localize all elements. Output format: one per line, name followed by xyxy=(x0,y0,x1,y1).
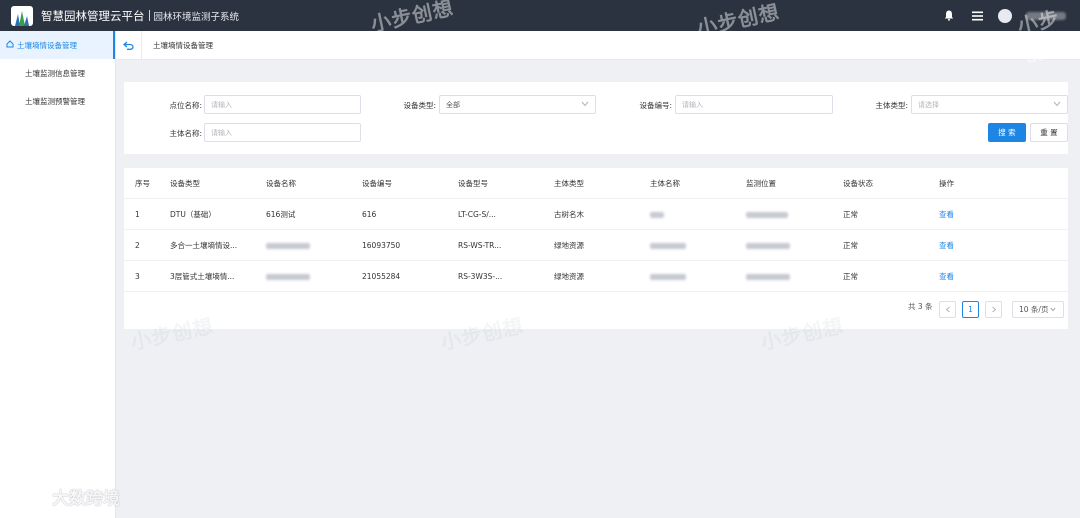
device-type-cell: DTU（基础） xyxy=(170,210,216,219)
reset-button[interactable]: 重 置 xyxy=(1030,123,1068,142)
avatar[interactable] xyxy=(998,8,1012,23)
sidebar-item-soil-warning[interactable]: 土壤监测预警管理 xyxy=(0,87,115,115)
next-page-button[interactable] xyxy=(985,301,1002,318)
sidebar-item-soil-info[interactable]: 土壤监测信息管理 xyxy=(0,59,115,87)
chevron-down-icon xyxy=(581,101,589,109)
table-row: 2 多合一土壤墒情设... 16093750 RS-WS-TR... 绿地资源 … xyxy=(124,230,1068,261)
device-type-cell: 3层管式土壤墒情... xyxy=(170,272,235,281)
device-code-cell: 21055284 xyxy=(362,272,401,281)
subject-name-redacted xyxy=(650,261,686,292)
site-name-input[interactable]: 请输入 xyxy=(204,95,361,114)
column-header: 设备名称 xyxy=(266,179,296,188)
subject-name-label: 主体名称: xyxy=(169,129,202,138)
chevron-down-icon xyxy=(1053,101,1061,109)
device-code-label: 设备编号: xyxy=(639,101,672,110)
device-name-redacted xyxy=(266,230,310,261)
row-index: 1 xyxy=(135,210,140,219)
bottom-watermark: 大数跨境 xyxy=(8,484,120,509)
table-row: 1 DTU（基础） 616测试 616 LT-CG-S/... 古树名木 正常 … xyxy=(124,199,1068,230)
device-type-label: 设备类型: xyxy=(403,101,436,110)
column-header: 主体类型 xyxy=(554,179,584,188)
chevron-right-icon xyxy=(991,306,996,313)
subject-type-cell: 古树名木 xyxy=(554,210,584,219)
column-header: 监测位置 xyxy=(746,179,776,188)
subject-name-redacted xyxy=(650,199,664,230)
pager-total: 共 3 条 xyxy=(908,302,933,311)
house-icon xyxy=(6,40,14,50)
column-header: 主体名称 xyxy=(650,179,680,188)
subject-name-input[interactable]: 请输入 xyxy=(204,123,361,142)
status-cell: 正常 xyxy=(843,241,858,250)
chevron-left-icon xyxy=(945,306,950,313)
location-redacted xyxy=(746,199,788,230)
column-header: 设备状态 xyxy=(843,179,873,188)
device-type-cell: 多合一土壤墒情设... xyxy=(170,241,238,250)
app-title: 智慧园林管理云平台 xyxy=(41,8,145,23)
device-table: 序号 设备类型 设备名称 设备编号 设备型号 主体类型 主体名称 监测位置 设备… xyxy=(124,168,1068,329)
table-header-row: 序号 设备类型 设备名称 设备编号 设备型号 主体类型 主体名称 监测位置 设备… xyxy=(124,168,1068,199)
column-header: 设备型号 xyxy=(458,179,488,188)
column-header: 序号 xyxy=(135,179,150,188)
device-model-cell: RS-WS-TR... xyxy=(458,241,502,250)
sidebar-item-label: 土壤监测信息管理 xyxy=(25,68,85,78)
column-header: 设备类型 xyxy=(170,179,200,188)
device-name-redacted xyxy=(266,261,310,292)
subsystem-title: 园林环境监测子系统 xyxy=(153,11,240,23)
prev-page-button[interactable] xyxy=(939,301,956,318)
view-link[interactable]: 查看 xyxy=(939,261,954,292)
table-row: 3 3层管式土壤墒情... 21055284 RS-3W3S-... 绿地资源 … xyxy=(124,261,1068,292)
view-link[interactable]: 查看 xyxy=(939,230,954,261)
column-header: 设备编号 xyxy=(362,179,392,188)
subject-name-redacted xyxy=(650,230,686,261)
filter-panel: 点位名称: 请输入 设备类型: 全部 设备编号: 请输入 主体类型: 请选择 主… xyxy=(124,82,1068,154)
sidebar-item-label: 土壤墒情设备管理 xyxy=(17,40,77,50)
username-redacted[interactable] xyxy=(1026,11,1066,20)
page-number-button[interactable]: 1 xyxy=(962,301,979,318)
location-redacted xyxy=(746,261,790,292)
status-cell: 正常 xyxy=(843,210,858,219)
subject-type-cell: 绿地资源 xyxy=(554,272,584,281)
location-redacted xyxy=(746,230,790,261)
bell-icon[interactable] xyxy=(942,9,956,23)
watermark-text: 大数跨境 xyxy=(52,489,120,509)
status-cell: 正常 xyxy=(843,272,858,281)
device-code-cell: 16093750 xyxy=(362,241,401,250)
device-code-cell: 616 xyxy=(362,210,377,219)
subject-type-label: 主体类型: xyxy=(875,101,908,110)
site-name-label: 点位名称: xyxy=(169,101,202,110)
top-header: 智慧园林管理云平台 园林环境监测子系统 xyxy=(0,0,1080,31)
watermark-logo-icon xyxy=(10,487,45,506)
sidebar-item-label: 土壤监测预警管理 xyxy=(25,96,85,106)
app-logo[interactable] xyxy=(11,5,33,26)
back-arrow-icon xyxy=(123,41,134,50)
device-name-cell: 616测试 xyxy=(266,210,296,219)
breadcrumb-bar: 土壤墒情设备管理 xyxy=(116,30,1080,60)
device-code-input[interactable]: 请输入 xyxy=(675,95,833,114)
page-size-select[interactable]: 10 条/页 xyxy=(1012,301,1064,318)
menu-icon[interactable] xyxy=(970,9,984,23)
chevron-down-icon xyxy=(1050,307,1057,312)
device-model-cell: RS-3W3S-... xyxy=(458,272,503,281)
breadcrumb: 土壤墒情设备管理 xyxy=(153,40,213,50)
row-index: 3 xyxy=(135,272,140,281)
device-type-select[interactable]: 全部 xyxy=(439,95,596,114)
subject-type-cell: 绿地资源 xyxy=(554,241,584,250)
row-index: 2 xyxy=(135,241,140,250)
back-button[interactable] xyxy=(116,30,142,60)
view-link[interactable]: 查看 xyxy=(939,199,954,230)
sidebar-item-soil-device[interactable]: 土壤墒情设备管理 xyxy=(0,31,115,59)
column-header: 操作 xyxy=(939,179,954,188)
subject-type-select[interactable]: 请选择 xyxy=(911,95,1068,114)
search-button[interactable]: 搜 索 xyxy=(988,123,1026,142)
sidebar: 土壤墒情设备管理 土壤监测信息管理 土壤监测预警管理 xyxy=(0,31,116,518)
title-divider xyxy=(148,10,150,21)
device-model-cell: LT-CG-S/... xyxy=(458,210,496,219)
